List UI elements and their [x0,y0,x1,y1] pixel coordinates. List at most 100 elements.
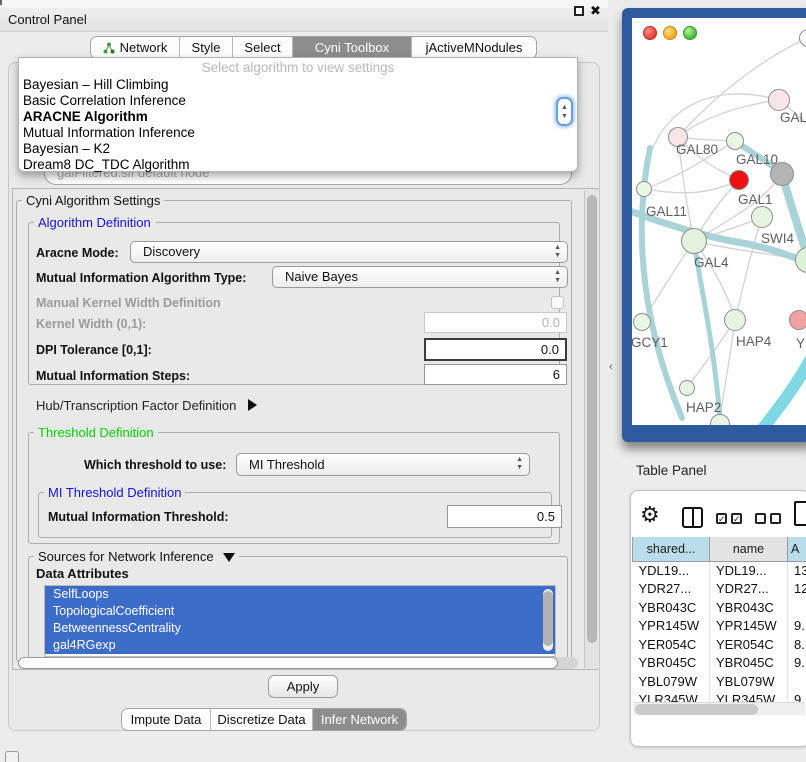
settings-horizontal-scrollbar[interactable] [18,657,578,669]
window-zoom-button[interactable] [683,26,697,40]
node-table[interactable]: shared... name A YDL19...YDL19...13YDR27… [632,537,806,702]
column-header-shared-name[interactable]: shared... [633,537,710,561]
attribute-list-item[interactable]: SelfLoops [45,586,555,603]
dropdown-item[interactable]: Mutual Information Inference [19,125,577,141]
tab-cyni-toolbox[interactable]: Cyni Toolbox [293,37,412,58]
scrollbar-thumb[interactable] [635,704,758,715]
table-row[interactable]: YLR345WYLR345W9. [633,691,806,703]
settings-vertical-scrollbar[interactable] [584,190,598,668]
table-cell[interactable] [788,672,806,691]
attribute-list-item[interactable]: BetweennessCentrality [45,620,555,637]
tab-impute-data[interactable]: Impute Data [122,709,211,730]
table-cell[interactable]: YDL19... [633,561,710,580]
network-canvas[interactable]: GALGAL80GAL10GAL1GAL11GAL4SWI4GCY1HAP4YH… [632,18,806,425]
table-cell[interactable]: 9. [788,691,806,703]
checkbox-checked-icon[interactable]: ✓ [731,513,742,524]
network-node-gal11[interactable] [636,181,652,197]
table-cell[interactable]: YDL19... [710,561,788,580]
network-node-gal4[interactable] [681,228,707,254]
float-window-icon[interactable] [574,6,584,16]
table-cell[interactable]: YDR27... [633,580,710,599]
tab-jactivemnodules[interactable]: jActiveMNodules [412,37,536,58]
which-threshold-combobox[interactable]: MI Threshold ▲▼ [236,453,530,476]
checkbox-checked-icon[interactable]: ✓ [716,513,727,524]
table-cell[interactable]: YBR043C [710,598,788,617]
network-node-y[interactable] [789,310,806,330]
attribute-list-item[interactable]: TopologicalCoefficient [45,603,555,620]
network-node-gcy1[interactable] [633,313,651,331]
network-node[interactable] [729,170,749,190]
table-cell[interactable]: 8. [788,635,806,654]
manual-kernel-checkbox[interactable] [551,296,564,309]
tab-network[interactable]: Network [91,37,180,58]
table-cell[interactable]: YLR345W [710,691,788,703]
table-cell[interactable]: YPR145W [710,617,788,636]
table-cell[interactable]: YBR043C [633,598,710,617]
aracne-mode-combobox[interactable]: Discovery ▲▼ [130,241,568,263]
kernel-width-field[interactable]: 0.0 [424,312,567,333]
checkbox-unchecked-icon[interactable] [755,513,766,524]
column-header-partial[interactable]: A [788,537,806,561]
tab-select[interactable]: Select [233,37,293,58]
hub-definition-expander[interactable]: Hub/Transcription Factor Definition [36,398,257,413]
table-cell[interactable]: YBR045C [710,654,788,673]
document-icon[interactable] [794,501,806,526]
dropdown-item[interactable]: Basic Correlation Inference [19,93,577,109]
network-node-hap2[interactable] [679,380,695,396]
tab-infer-network[interactable]: Infer Network [313,709,406,730]
bottom-left-widget-icon[interactable] [5,751,19,762]
table-row[interactable]: YDL19...YDL19...13 [633,561,806,580]
window-close-button[interactable] [643,26,657,40]
table-cell[interactable]: YBL079W [710,672,788,691]
scrollbar-thumb[interactable] [18,657,558,669]
network-node-gal10[interactable] [726,132,744,150]
mi-steps-field[interactable]: 6 [424,364,567,385]
table-row[interactable]: YER054CYER054C8. [633,635,806,654]
table-cell[interactable]: YBL079W [633,672,710,691]
table-cell[interactable]: 12 [788,580,806,599]
tab-style[interactable]: Style [180,37,233,58]
network-node[interactable] [770,162,794,186]
table-row[interactable]: YPR145WYPR145W9. [633,617,806,636]
table-horizontal-scrollbar[interactable] [633,702,805,715]
dropdown-item[interactable]: ARACNE Algorithm [19,109,577,125]
table-row[interactable]: YBL079WYBL079W [633,672,806,691]
network-node-gal[interactable] [768,89,790,111]
attribute-list-item[interactable]: gal4RGexp [45,637,555,654]
table-row[interactable]: YDR27...YDR27...12 [633,580,806,599]
table-cell[interactable]: YER054C [710,635,788,654]
dropdown-item[interactable]: Dream8 DC_TDC Algorithm [19,157,577,173]
data-attributes-list[interactable]: SelfLoopsTopologicalCoefficientBetweenne… [44,585,556,657]
table-cell[interactable]: 13 [788,561,806,580]
network-node-gal1[interactable] [751,206,773,228]
combobox-focus-stepper[interactable]: ▲▼ [556,97,573,126]
scrollbar-thumb[interactable] [587,195,597,643]
window-minimize-button[interactable] [663,26,677,40]
table-row[interactable]: YBR043CYBR043C [633,598,806,617]
network-node-hap4[interactable] [724,309,746,331]
table-cell[interactable]: YER054C [633,635,710,654]
table-cell[interactable] [788,598,806,617]
attr-list-scrollbar[interactable] [543,589,553,651]
mi-type-combobox[interactable]: Naive Bayes ▲▼ [272,266,568,288]
table-cell[interactable]: YDR27... [710,580,788,599]
table-cell[interactable]: 9. [788,654,806,673]
table-cell[interactable]: YPR145W [633,617,710,636]
gear-icon[interactable]: ⚙ [640,502,660,528]
dropdown-item[interactable]: Bayesian – Hill Climbing [19,77,577,93]
tab-discretize-data[interactable]: Discretize Data [211,709,313,730]
column-layout-icon[interactable] [682,507,703,528]
mi-threshold-field[interactable]: 0.5 [447,505,562,528]
apply-button[interactable]: Apply [268,675,338,698]
dropdown-item[interactable]: Bayesian – K2 [19,141,577,157]
checkbox-unchecked-icon[interactable] [770,513,781,524]
table-cell[interactable]: YBR045C [633,654,710,673]
close-icon[interactable]: ✖ [590,3,601,19]
table-row[interactable]: YBR045CYBR045C9. [633,654,806,673]
column-header-name[interactable]: name [710,537,788,561]
splitter-collapse-icon[interactable]: ‹ [609,361,613,373]
table-cell[interactable]: 9. [788,617,806,636]
dpi-tolerance-field[interactable]: 0.0 [424,338,567,361]
sources-group-label[interactable]: Sources for Network Inference [34,549,239,564]
table-cell[interactable]: YLR345W [633,691,710,703]
